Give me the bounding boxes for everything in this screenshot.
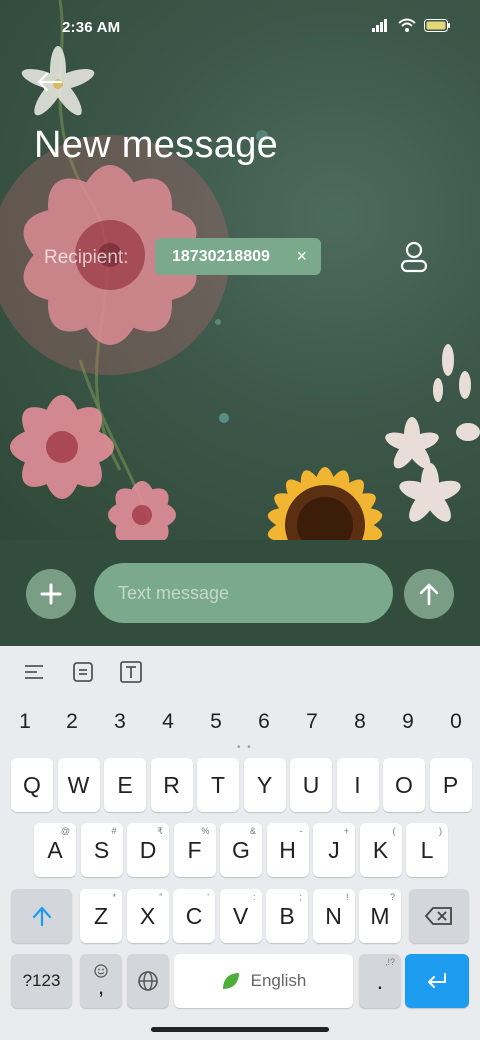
contact-icon bbox=[400, 241, 428, 273]
compose-bar bbox=[0, 540, 480, 646]
keyboard-toolbar bbox=[0, 646, 480, 698]
key-j[interactable]: J + bbox=[313, 823, 355, 877]
backspace-key[interactable] bbox=[409, 889, 469, 943]
status-icons bbox=[372, 18, 450, 32]
number-key-0[interactable]: 0 bbox=[441, 710, 471, 734]
space-label: English bbox=[250, 971, 307, 990]
emoji-comma-key[interactable]: , bbox=[80, 954, 122, 1008]
signal-icon bbox=[372, 19, 387, 32]
send-arrow-icon bbox=[419, 583, 439, 606]
number-key-7[interactable]: 7 bbox=[297, 710, 327, 734]
key-h[interactable]: H- bbox=[266, 823, 309, 877]
enter-key[interactable] bbox=[405, 954, 469, 1008]
status-bar: 2:36 AM bbox=[0, 0, 480, 56]
period-key[interactable]: .,!? bbox=[359, 954, 401, 1008]
number-row: 1234567890 bbox=[0, 702, 480, 742]
shift-icon bbox=[32, 906, 51, 927]
remove-recipient-button[interactable]: × bbox=[296, 246, 307, 267]
key-u[interactable]: U bbox=[290, 758, 332, 812]
keyboard: 1234567890 • • Q W E R T Y U I O P A @ S # D ₹ F% G & H - J + K… bbox=[0, 646, 480, 1040]
key-y[interactable]: Y bbox=[243, 758, 286, 812]
status-time: 2:36 AM bbox=[62, 19, 121, 36]
number-key-3[interactable]: 3 bbox=[105, 710, 135, 734]
clipboard-icon[interactable] bbox=[71, 660, 95, 684]
battery-icon bbox=[424, 18, 450, 32]
key-b[interactable]: B; bbox=[266, 889, 308, 943]
attach-button[interactable] bbox=[26, 569, 76, 619]
key-e[interactable]: E bbox=[104, 758, 146, 812]
key-r[interactable]: R bbox=[150, 758, 193, 812]
navigation-bar bbox=[0, 1020, 480, 1040]
key-s[interactable]: S # bbox=[80, 823, 123, 877]
key-q[interactable]: Q bbox=[11, 758, 53, 812]
recipient-row: Recipient: 18730218809 × bbox=[44, 238, 444, 276]
send-button[interactable] bbox=[404, 569, 454, 619]
recipient-label: Recipient: bbox=[44, 247, 129, 268]
key-m[interactable]: M? bbox=[359, 889, 401, 943]
align-icon[interactable] bbox=[22, 660, 46, 684]
home-indicator[interactable] bbox=[151, 1027, 329, 1032]
key-l[interactable]: L) bbox=[406, 823, 448, 877]
key-w[interactable]: W bbox=[57, 758, 100, 812]
recipient-chip-number: 18730218809 bbox=[172, 247, 270, 265]
comma-label: , bbox=[97, 974, 105, 999]
number-key-9[interactable]: 9 bbox=[393, 710, 423, 734]
shift-key[interactable] bbox=[11, 889, 72, 943]
page-indicator: • • bbox=[237, 742, 253, 753]
back-arrow-icon bbox=[37, 72, 63, 92]
key-k[interactable]: K( bbox=[359, 823, 402, 877]
language-key[interactable] bbox=[127, 954, 169, 1008]
key-x[interactable]: X " bbox=[126, 889, 169, 943]
number-key-4[interactable]: 4 bbox=[153, 710, 183, 734]
key-o[interactable]: O bbox=[383, 758, 425, 812]
space-key[interactable]: English bbox=[174, 954, 353, 1008]
symbols-key[interactable]: ?123 bbox=[11, 954, 72, 1008]
key-c[interactable]: C ' bbox=[173, 889, 215, 943]
key-t[interactable]: T bbox=[197, 758, 239, 812]
key-g[interactable]: G & bbox=[220, 823, 262, 877]
key-n[interactable]: N! bbox=[312, 889, 355, 943]
key-p[interactable]: P bbox=[429, 758, 472, 812]
number-key-6[interactable]: 6 bbox=[249, 710, 279, 734]
number-key-2[interactable]: 2 bbox=[57, 710, 87, 734]
plus-icon bbox=[40, 583, 62, 605]
contact-picker-button[interactable] bbox=[398, 240, 430, 274]
leaf-icon bbox=[222, 973, 239, 989]
key-f[interactable]: F% bbox=[173, 823, 216, 877]
number-key-5[interactable]: 5 bbox=[201, 710, 231, 734]
text-box-icon[interactable] bbox=[119, 660, 143, 684]
recipient-chip[interactable]: 18730218809 × bbox=[155, 238, 321, 275]
key-d[interactable]: D ₹ bbox=[127, 823, 169, 877]
message-input[interactable] bbox=[94, 563, 393, 623]
globe-icon bbox=[138, 971, 158, 991]
number-key-1[interactable]: 1 bbox=[10, 710, 40, 734]
wifi-icon bbox=[398, 18, 416, 32]
key-v[interactable]: V: bbox=[219, 889, 262, 943]
key-a[interactable]: A @ bbox=[34, 823, 76, 877]
backspace-icon bbox=[424, 907, 452, 925]
back-button[interactable] bbox=[30, 62, 70, 102]
key-z[interactable]: Z * bbox=[80, 889, 122, 943]
page-title: New message bbox=[34, 124, 279, 166]
key-i[interactable]: I bbox=[336, 758, 379, 812]
number-key-8[interactable]: 8 bbox=[345, 710, 375, 734]
enter-icon bbox=[428, 973, 446, 988]
